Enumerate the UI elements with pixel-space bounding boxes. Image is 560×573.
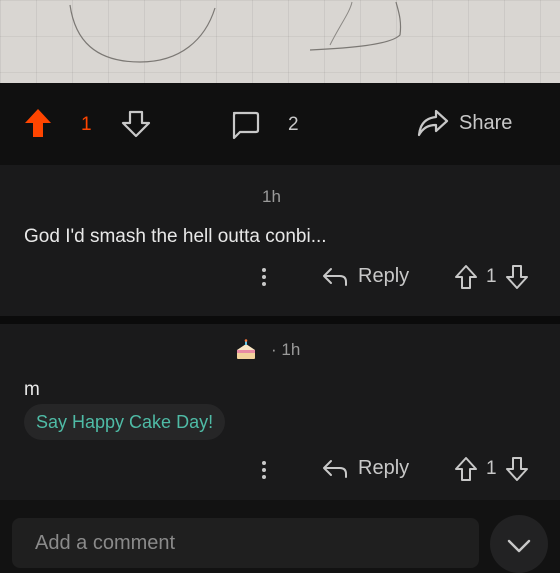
cake-icon — [237, 339, 255, 359]
comment-vote-count: 1 — [486, 266, 497, 287]
post-vote-count: 1 — [81, 114, 92, 135]
comment-timestamp: 1h — [262, 187, 281, 206]
chevron-down-icon — [507, 539, 531, 553]
comments-button[interactable] — [230, 110, 260, 140]
upvote-icon[interactable] — [454, 264, 478, 290]
reply-icon — [323, 267, 347, 286]
add-comment-input[interactable]: Add a comment — [12, 518, 479, 568]
share-label: Share — [459, 111, 513, 134]
divider — [0, 316, 560, 324]
reply-label: Reply — [358, 265, 410, 287]
downvote-icon — [121, 110, 151, 138]
post-action-bar: 1 2 Share — [0, 83, 560, 165]
reply-label: Reply — [358, 457, 410, 479]
reply-button[interactable]: Reply — [322, 457, 409, 480]
reply-button[interactable]: Reply — [322, 265, 409, 288]
comment-vote-controls: 1 — [454, 264, 529, 290]
comment-card: 1h God I'd smash the hell outta conbi...… — [0, 165, 560, 316]
reply-icon — [323, 459, 347, 478]
downvote-button[interactable] — [121, 109, 151, 139]
comment-body: God I'd smash the hell outta conbi... — [24, 226, 327, 247]
share-icon — [417, 109, 449, 137]
share-button[interactable]: Share — [417, 107, 512, 139]
upvote-icon[interactable] — [454, 456, 478, 482]
cake-day-button[interactable]: Say Happy Cake Day! — [24, 404, 226, 440]
comment-icon — [232, 111, 260, 140]
post-image[interactable] — [0, 0, 560, 83]
comment-vote-controls: 1 — [454, 456, 529, 482]
comment-card: · 1h m Say Happy Cake Day! Reply 1 — [0, 324, 560, 500]
comment-vote-count: 1 — [486, 458, 497, 479]
collapse-button[interactable] — [490, 515, 548, 573]
downvote-icon[interactable] — [505, 264, 529, 290]
more-options-button[interactable] — [262, 461, 266, 482]
comment-body: m — [24, 379, 40, 400]
comment-timestamp: · 1h — [271, 340, 301, 359]
comment-meta: · 1h — [235, 339, 300, 361]
downvote-icon[interactable] — [505, 456, 529, 482]
comment-count: 2 — [288, 114, 299, 135]
comment-composer: Add a comment — [0, 505, 560, 573]
upvote-button[interactable] — [24, 107, 52, 139]
more-options-button[interactable] — [262, 268, 266, 289]
sketch-drawing — [69, 1, 402, 63]
upvote-icon — [25, 109, 51, 137]
